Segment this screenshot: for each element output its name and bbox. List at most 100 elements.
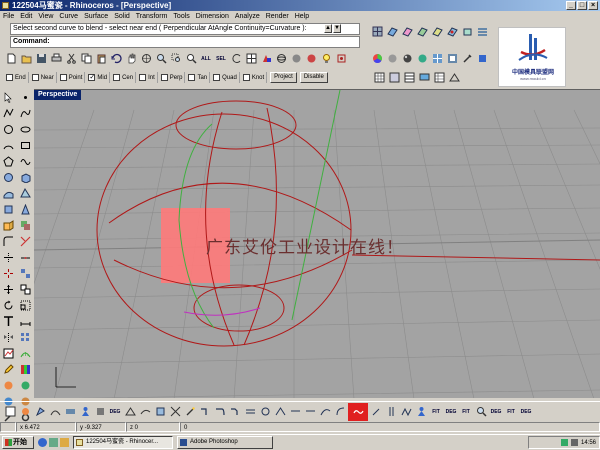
green-line[interactable] xyxy=(291,90,341,321)
layer-panel-icon[interactable] xyxy=(387,71,401,84)
scale-icon[interactable] xyxy=(18,298,33,313)
select-arrow-icon[interactable] xyxy=(1,90,16,105)
osnap-toggle-icon[interactable] xyxy=(334,52,348,65)
cplane-icon[interactable] xyxy=(385,25,399,38)
sphere-solid-icon[interactable] xyxy=(1,170,16,185)
wand-icon[interactable] xyxy=(183,405,197,418)
osnap-end-checkbox[interactable] xyxy=(6,74,13,81)
paste-icon[interactable] xyxy=(94,52,108,65)
curve-tool-7-icon[interactable] xyxy=(288,405,302,418)
environment-icon[interactable] xyxy=(415,52,429,65)
boolean-icon[interactable] xyxy=(18,218,33,233)
cplane-front-icon[interactable] xyxy=(415,25,429,38)
menu-help[interactable]: Help xyxy=(295,11,309,22)
curve-icon[interactable] xyxy=(18,106,33,121)
print-icon[interactable] xyxy=(49,52,63,65)
blend-curve-button[interactable] xyxy=(348,402,368,421)
sphere-icon[interactable] xyxy=(400,52,414,65)
curve-tool-8-icon[interactable] xyxy=(303,405,317,418)
polygon-icon[interactable] xyxy=(1,154,16,169)
layer-grid-icon[interactable] xyxy=(372,71,386,84)
layer-list-icon[interactable] xyxy=(432,71,446,84)
viewport-title-tab[interactable]: Perspective xyxy=(34,90,82,100)
ie-icon[interactable] xyxy=(38,438,47,447)
color-wheel-icon[interactable] xyxy=(370,52,384,65)
close-button[interactable]: × xyxy=(588,1,598,10)
menu-analyze[interactable]: Analyze xyxy=(235,11,260,22)
menu-solid[interactable]: Solid xyxy=(114,11,130,22)
osnap-near[interactable]: Near xyxy=(30,72,57,83)
display-icon[interactable] xyxy=(417,71,431,84)
deg-button-1[interactable]: DEG xyxy=(108,405,122,418)
split-icon[interactable] xyxy=(1,250,16,265)
curve-tool-13-icon[interactable] xyxy=(399,405,413,418)
osnap-quad-checkbox[interactable] xyxy=(213,74,221,81)
osnap-point-checkbox[interactable] xyxy=(59,74,67,81)
texture-icon[interactable] xyxy=(430,52,444,65)
rotate-view-icon[interactable] xyxy=(139,52,153,65)
disable-button[interactable]: Disable xyxy=(299,72,328,83)
arc-icon[interactable] xyxy=(1,138,16,153)
copy-obj-icon[interactable] xyxy=(18,282,33,297)
zoom-icon[interactable] xyxy=(154,52,168,65)
history-down-button[interactable]: ▼ xyxy=(333,24,341,33)
osnap-knot[interactable]: Knot xyxy=(241,72,268,83)
join-icon[interactable] xyxy=(18,250,33,265)
cplane-object-icon[interactable] xyxy=(460,25,474,38)
text-icon[interactable] xyxy=(1,314,16,329)
undo-icon[interactable] xyxy=(109,52,123,65)
menu-dimension[interactable]: Dimension xyxy=(196,11,229,22)
maximize-button[interactable]: □ xyxy=(577,1,587,10)
polyline-icon[interactable] xyxy=(1,106,16,121)
osnap-int[interactable]: Int xyxy=(137,72,158,83)
curvature-icon[interactable] xyxy=(18,346,33,361)
mail-icon[interactable] xyxy=(60,438,69,447)
menu-file[interactable]: File xyxy=(3,11,14,22)
cplane-right-icon[interactable] xyxy=(430,25,444,38)
osnap-cen-checkbox[interactable] xyxy=(113,74,121,81)
ortho-icon[interactable] xyxy=(18,405,32,418)
move-icon[interactable] xyxy=(1,282,16,297)
table-icon[interactable] xyxy=(402,71,416,84)
save-icon[interactable] xyxy=(34,52,48,65)
explode-icon[interactable] xyxy=(1,266,16,281)
project-button[interactable]: Project xyxy=(270,72,297,83)
clock[interactable]: 14:56 xyxy=(581,440,596,446)
grid-icon[interactable] xyxy=(370,25,384,38)
start-button[interactable]: 开始 xyxy=(2,436,34,449)
curve-tool-1-icon[interactable] xyxy=(198,405,212,418)
person-2-icon[interactable] xyxy=(414,405,428,418)
menu-view[interactable]: View xyxy=(38,11,53,22)
osnap-tan[interactable]: Tan xyxy=(186,72,211,83)
wireframe-icon[interactable] xyxy=(274,52,288,65)
gridsnap-icon[interactable] xyxy=(3,405,17,418)
osnap-near-checkbox[interactable] xyxy=(31,74,39,81)
material-icon[interactable] xyxy=(385,52,399,65)
osnap-perp[interactable]: Perp xyxy=(159,72,186,83)
planar-icon[interactable] xyxy=(33,405,47,418)
surface-icon[interactable] xyxy=(1,186,16,201)
cplane-top-icon[interactable] xyxy=(400,25,414,38)
freeform-icon[interactable] xyxy=(18,154,33,169)
deg-button-3[interactable]: DEG xyxy=(444,405,458,418)
mesh-icon[interactable] xyxy=(447,71,461,84)
trim-icon[interactable] xyxy=(18,234,33,249)
fillet-icon[interactable] xyxy=(1,234,16,249)
command-line[interactable]: Command: xyxy=(10,36,360,48)
menu-render[interactable]: Render xyxy=(266,11,289,22)
array-icon[interactable] xyxy=(18,330,33,345)
zebra-icon[interactable] xyxy=(18,378,33,393)
surface-bottom-icon[interactable] xyxy=(153,405,167,418)
layer-icon[interactable] xyxy=(475,25,489,38)
network-icon[interactable] xyxy=(168,405,182,418)
cut-icon[interactable] xyxy=(64,52,78,65)
network-tray-icon[interactable] xyxy=(560,439,568,446)
osnap-quad[interactable]: Quad xyxy=(211,72,240,83)
curve-tool-6-icon[interactable] xyxy=(273,405,287,418)
box-solid-icon[interactable] xyxy=(18,170,33,185)
loft-bottom-icon[interactable] xyxy=(138,405,152,418)
menu-tools[interactable]: Tools xyxy=(173,11,189,22)
osnap-end[interactable]: End xyxy=(4,72,29,83)
zoom-bottom-icon[interactable] xyxy=(474,405,488,418)
copy-icon[interactable] xyxy=(79,52,93,65)
